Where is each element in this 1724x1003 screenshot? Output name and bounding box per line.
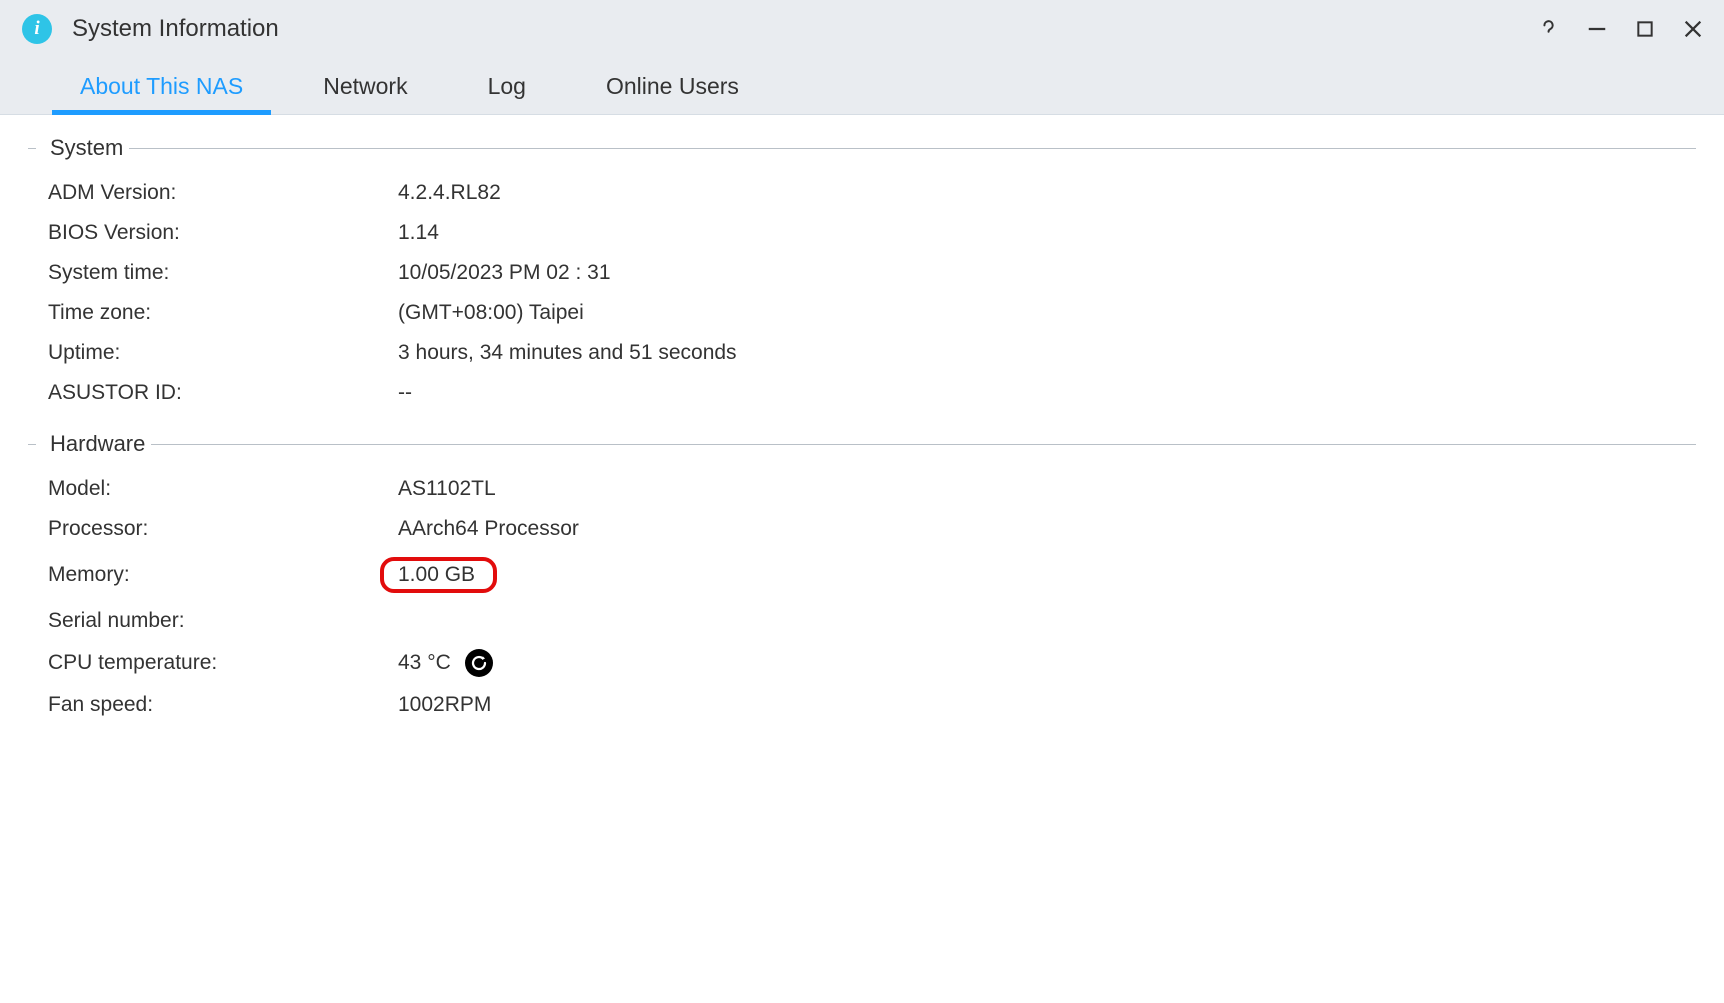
value-time-zone: (GMT+08:00) Taipei bbox=[398, 301, 1696, 325]
row-fan-speed: Fan speed: 1002RPM bbox=[28, 685, 1696, 725]
value-uptime: 3 hours, 34 minutes and 51 seconds bbox=[398, 341, 1696, 365]
label-adm-version: ADM Version: bbox=[48, 181, 398, 205]
content-panel: System ADM Version: 4.2.4.RL82 BIOS Vers… bbox=[0, 115, 1724, 1003]
row-system-time: System time: 10/05/2023 PM 02 : 31 bbox=[28, 253, 1696, 293]
tab-network[interactable]: Network bbox=[283, 73, 447, 114]
row-uptime: Uptime: 3 hours, 34 minutes and 51 secon… bbox=[28, 333, 1696, 373]
row-cpu-temperature: CPU temperature: 43 °C bbox=[28, 641, 1696, 685]
row-model: Model: AS1102TL bbox=[28, 469, 1696, 509]
section-title-system: System bbox=[36, 135, 129, 161]
system-information-window: i System Information About This NAS Netw… bbox=[0, 0, 1724, 1003]
divider-line bbox=[28, 444, 36, 445]
label-fan-speed: Fan speed: bbox=[48, 693, 398, 717]
label-serial-number: Serial number: bbox=[48, 609, 398, 633]
maximize-button[interactable] bbox=[1632, 16, 1658, 42]
value-bios-version: 1.14 bbox=[398, 221, 1696, 245]
label-time-zone: Time zone: bbox=[48, 301, 398, 325]
section-title-hardware: Hardware bbox=[36, 431, 151, 457]
close-button[interactable] bbox=[1680, 16, 1706, 42]
row-serial-number: Serial number: bbox=[28, 601, 1696, 641]
section-hardware: Hardware Model: AS1102TL Processor: AArc… bbox=[28, 431, 1696, 725]
value-asustor-id: -- bbox=[398, 381, 1696, 405]
row-memory: Memory: 1.00 GB bbox=[28, 549, 1696, 601]
window-controls bbox=[1536, 16, 1706, 42]
divider-line bbox=[28, 148, 36, 149]
label-cpu-temperature: CPU temperature: bbox=[48, 651, 398, 675]
divider-line bbox=[129, 148, 1696, 149]
minimize-button[interactable] bbox=[1584, 16, 1610, 42]
window-title: System Information bbox=[72, 15, 1536, 43]
titlebar: i System Information bbox=[0, 0, 1724, 57]
row-asustor-id: ASUSTOR ID: -- bbox=[28, 373, 1696, 413]
value-cpu-temperature: 43 °C bbox=[398, 649, 1696, 677]
row-time-zone: Time zone: (GMT+08:00) Taipei bbox=[28, 293, 1696, 333]
value-processor: AArch64 Processor bbox=[398, 517, 1696, 541]
label-model: Model: bbox=[48, 477, 398, 501]
cpu-temperature-text: 43 °C bbox=[398, 651, 451, 675]
tab-log[interactable]: Log bbox=[448, 73, 566, 114]
value-fan-speed: 1002RPM bbox=[398, 693, 1696, 717]
memory-highlight: 1.00 GB bbox=[380, 557, 497, 593]
refresh-icon[interactable] bbox=[465, 649, 493, 677]
section-system: System ADM Version: 4.2.4.RL82 BIOS Vers… bbox=[28, 135, 1696, 413]
row-adm-version: ADM Version: 4.2.4.RL82 bbox=[28, 173, 1696, 213]
tab-online-users[interactable]: Online Users bbox=[566, 73, 779, 114]
value-memory: 1.00 GB bbox=[398, 557, 1696, 593]
tab-about-this-nas[interactable]: About This NAS bbox=[40, 73, 283, 114]
row-processor: Processor: AArch64 Processor bbox=[28, 509, 1696, 549]
label-processor: Processor: bbox=[48, 517, 398, 541]
row-bios-version: BIOS Version: 1.14 bbox=[28, 213, 1696, 253]
value-system-time: 10/05/2023 PM 02 : 31 bbox=[398, 261, 1696, 285]
label-system-time: System time: bbox=[48, 261, 398, 285]
label-uptime: Uptime: bbox=[48, 341, 398, 365]
info-icon: i bbox=[22, 14, 52, 44]
label-bios-version: BIOS Version: bbox=[48, 221, 398, 245]
label-memory: Memory: bbox=[48, 563, 398, 587]
memory-value-text: 1.00 GB bbox=[398, 563, 475, 586]
label-asustor-id: ASUSTOR ID: bbox=[48, 381, 398, 405]
divider-line bbox=[151, 444, 1696, 445]
section-header-hardware: Hardware bbox=[28, 431, 1696, 457]
help-button[interactable] bbox=[1536, 16, 1562, 42]
tab-bar: About This NAS Network Log Online Users bbox=[0, 57, 1724, 115]
value-model: AS1102TL bbox=[398, 477, 1696, 501]
value-adm-version: 4.2.4.RL82 bbox=[398, 181, 1696, 205]
section-header-system: System bbox=[28, 135, 1696, 161]
